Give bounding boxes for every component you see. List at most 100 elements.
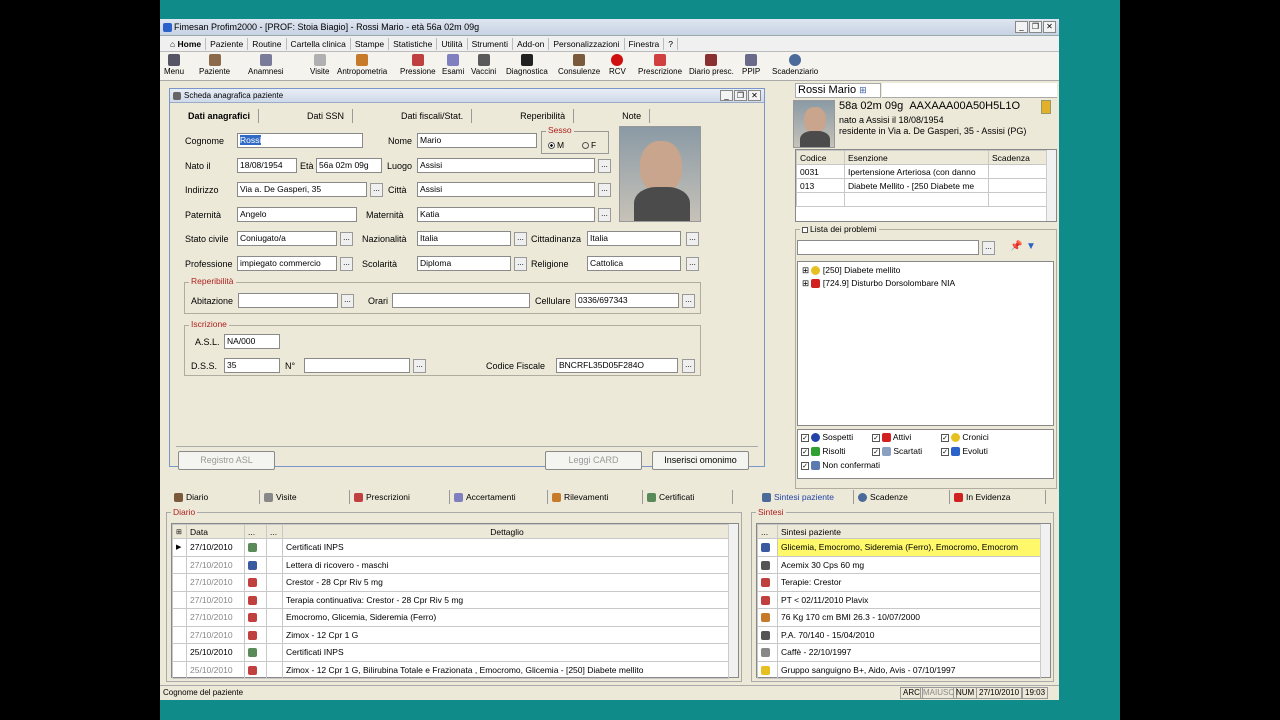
city-lookup-button[interactable]: ... <box>598 183 611 197</box>
birthplace-field[interactable]: Assisi <box>417 158 595 173</box>
tab-diario[interactable]: Diario <box>170 490 260 504</box>
restore-button[interactable]: ❐ <box>1029 21 1042 33</box>
table-row[interactable]: 27/10/2010 Zimox - 12 Cpr 1 G <box>172 625 729 644</box>
citizenship-lookup-button[interactable]: ... <box>686 232 699 246</box>
dss-field[interactable]: 35 <box>224 358 280 373</box>
mobile-field[interactable]: 0336/697343 <box>575 293 679 308</box>
tab-reperibilita[interactable]: Reperibilità <box>512 109 575 123</box>
table-row[interactable]: Gruppo sanguigno B+, Aido, Avis - 07/10/… <box>757 660 1041 679</box>
home-phone-lookup-button[interactable]: ... <box>341 294 354 308</box>
table-row[interactable]: 0031 Ipertensione Arteriosa (con danno <box>796 164 1047 179</box>
table-row[interactable]: 27/10/2010 Lettera di ricovero - maschi <box>172 555 729 574</box>
tab-dati-fiscali[interactable]: Dati fiscali/Stat. <box>393 109 473 123</box>
tab-dati-ssn[interactable]: Dati SSN <box>299 109 354 123</box>
filter-non-confermati[interactable]: ✓ Non confermati <box>801 460 880 471</box>
inserisci-omonimo-button[interactable]: Inserisci omonimo <box>652 451 749 470</box>
menu-strumenti[interactable]: Strumenti <box>468 37 513 50</box>
address-field[interactable]: Via a. De Gasperi, 35 <box>237 182 367 197</box>
address-lookup-button[interactable]: ... <box>370 183 383 197</box>
tool-vaccini[interactable]: Vaccini <box>471 54 496 76</box>
table-row[interactable]: 25/10/2010 Zimox - 12 Cpr 1 G, Bilirubina… <box>172 660 729 679</box>
profession-field[interactable]: impiegato commercio <box>237 256 337 271</box>
menu-statistiche[interactable]: Statistiche <box>389 37 438 50</box>
marital-lookup-button[interactable]: ... <box>340 232 353 246</box>
form-restore-button[interactable]: ❐ <box>734 90 747 101</box>
table-row[interactable]: 25/10/2010 Certificati INPS <box>172 643 729 662</box>
problems-search-input[interactable] <box>797 240 979 255</box>
nome-field[interactable]: Mario <box>417 133 537 148</box>
table-row[interactable]: P.A. 70/140 - 15/04/2010 <box>757 625 1041 644</box>
filter-risolti[interactable]: ✓ Risolti <box>801 446 846 457</box>
mobile-lookup-button[interactable]: ... <box>682 294 695 308</box>
leggi-card-button[interactable]: Leggi CARD <box>545 451 642 470</box>
table-row[interactable]: Acemix 30 Cps 60 mg <box>757 555 1041 574</box>
tool-menu[interactable]: Menu <box>164 54 184 76</box>
home-phone-field[interactable] <box>238 293 338 308</box>
marital-status-field[interactable]: Coniugato/a <box>237 231 337 246</box>
exemptions-scrollbar[interactable] <box>1046 150 1056 221</box>
tool-antropometria[interactable]: Antropometria <box>337 54 387 76</box>
menu-help[interactable]: ? <box>664 37 678 50</box>
nationality-field[interactable]: Italia <box>417 231 511 246</box>
table-row[interactable]: ▶ 27/10/2010 Certificati INPS <box>172 538 729 557</box>
education-field[interactable]: Diploma <box>417 256 511 271</box>
tool-diario-presc[interactable]: Diario presc. <box>689 54 734 76</box>
menu-finestra[interactable]: Finestra <box>625 37 665 50</box>
pin-icon[interactable]: 📌 <box>1010 241 1022 252</box>
mother-field[interactable]: Katia <box>417 207 595 222</box>
tool-scadenziario[interactable]: Scadenziario <box>772 54 818 76</box>
problems-lookup-button[interactable]: ... <box>982 241 995 255</box>
fiscal-code-field[interactable]: BNCRFL35D05F284O <box>556 358 678 373</box>
filter-scartati[interactable]: ✓ Scartati <box>872 446 922 457</box>
tool-ppip[interactable]: PPIP <box>742 54 760 76</box>
tool-consulenze[interactable]: Consulenze <box>558 54 600 76</box>
menu-utilita[interactable]: Utilità <box>437 37 468 50</box>
birthplace-lookup-button[interactable]: ... <box>598 159 611 173</box>
tool-pressione[interactable]: Pressione <box>400 54 436 76</box>
tab-accertamenti[interactable]: Accertamenti <box>450 490 548 504</box>
table-row[interactable]: 27/10/2010 Emocromo, Glicemia, Sideremia … <box>172 608 729 627</box>
table-row[interactable]: Caffè - 22/10/1997 <box>757 643 1041 662</box>
tab-rilevamenti[interactable]: Rilevamenti <box>548 490 643 504</box>
mother-lookup-button[interactable]: ... <box>598 208 611 222</box>
tab-certificati[interactable]: Certificati <box>643 490 733 504</box>
father-field[interactable]: Angelo <box>237 207 357 222</box>
number-field[interactable] <box>304 358 410 373</box>
table-row[interactable]: Terapie: Crestor <box>757 573 1041 592</box>
tab-note[interactable]: Note <box>614 109 651 123</box>
tab-scadenze[interactable]: Scadenze <box>854 490 950 504</box>
citizenship-field[interactable]: Italia <box>587 231 681 246</box>
table-row[interactable]: 27/10/2010 Crestor - 28 Cpr Riv 5 mg <box>172 573 729 592</box>
tab-sintesi-paziente[interactable]: Sintesi paziente <box>758 490 854 504</box>
hours-field[interactable] <box>392 293 530 308</box>
sintesi-scrollbar[interactable] <box>1040 524 1050 677</box>
city-field[interactable]: Assisi <box>417 182 595 197</box>
religion-field[interactable]: Cattolica <box>587 256 681 271</box>
birthdate-field[interactable]: 18/08/1954 <box>237 158 297 173</box>
filter-attivi[interactable]: ✓ Attivi <box>872 432 911 443</box>
close-button[interactable]: ✕ <box>1043 21 1056 33</box>
tool-visite[interactable]: Visite <box>310 54 329 76</box>
number-lookup-button[interactable]: ... <box>413 359 426 373</box>
table-row[interactable]: 013 Diabete Mellito - [250 Diabete me <box>796 178 1047 193</box>
menu-home[interactable]: ⌂ Home <box>166 37 207 50</box>
filter-sospetti[interactable]: ✓ Sospetti <box>801 432 853 443</box>
nationality-lookup-button[interactable]: ... <box>514 232 527 246</box>
menu-personalizzazioni[interactable]: Personalizzazioni <box>549 37 625 50</box>
tab-visite[interactable]: Visite <box>260 490 350 504</box>
cognome-field[interactable]: Rossi <box>237 133 363 148</box>
tool-esami[interactable]: Esami <box>442 54 464 76</box>
sex-m-radio[interactable]: M <box>548 140 564 150</box>
filter-evoluti[interactable]: ✓ Evoluti <box>941 446 988 457</box>
menu-paziente[interactable]: Paziente <box>206 37 249 50</box>
religion-lookup-button[interactable]: ... <box>686 257 699 271</box>
table-row[interactable]: 27/10/2010 Terapia continuativa: Crestor … <box>172 590 729 609</box>
menu-addon[interactable]: Add-on <box>513 37 550 50</box>
menu-stampe[interactable]: Stampe <box>351 37 390 50</box>
form-minimize-button[interactable]: _ <box>720 90 733 101</box>
table-row[interactable]: PT < 02/11/2010 Plavix <box>757 590 1041 609</box>
tab-in-evidenza[interactable]: In Evidenza <box>950 490 1046 504</box>
asl-field[interactable]: NA/000 <box>224 334 280 349</box>
form-close-button[interactable]: ✕ <box>748 90 761 101</box>
sex-f-radio[interactable]: F <box>582 140 596 150</box>
